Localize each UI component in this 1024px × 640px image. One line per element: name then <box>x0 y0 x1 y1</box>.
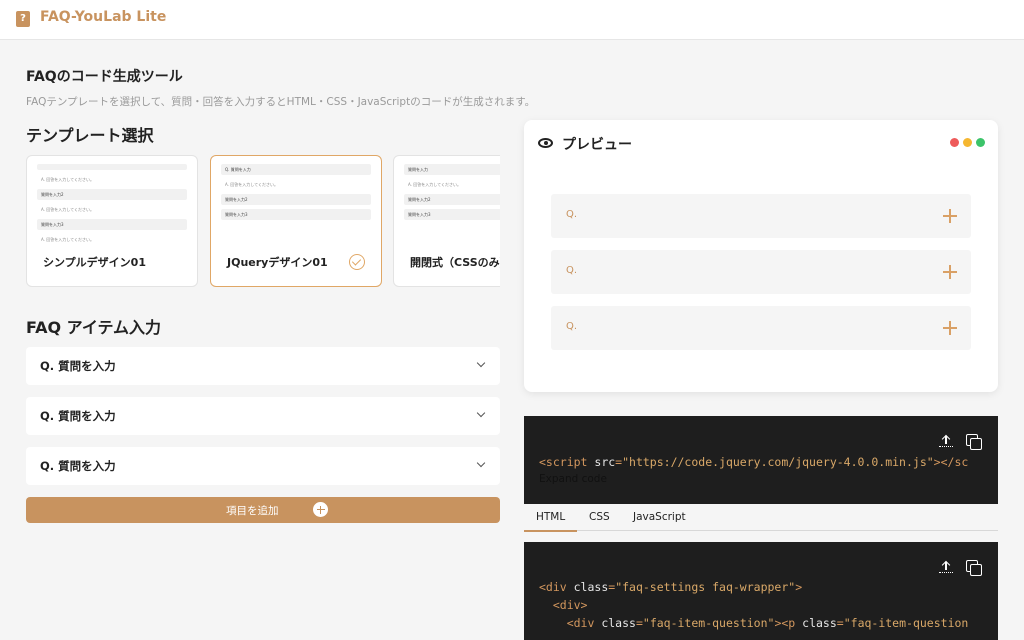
preview-title: プレビュー <box>562 137 632 153</box>
tab-html[interactable]: HTML <box>523 511 578 532</box>
script-code-block: <script src="https://code.jquery.com/jqu… <box>524 416 998 504</box>
tab-css[interactable]: CSS <box>589 511 610 523</box>
template-label: 開閉式（CSSのみ） <box>410 256 500 269</box>
eye-icon <box>538 138 553 148</box>
template-card-simple[interactable]: A. 回答を入力してください。 質問を入力2 A. 回答を入力してください。 質… <box>26 155 198 287</box>
plus-icon <box>943 321 957 335</box>
code-line: <div class="faq-item-question"><p class=… <box>566 616 969 630</box>
template-card-jquery[interactable]: Q. 質問を入力 A. 回答を入力してください。 質問を入力2 質問を入力3 J… <box>210 155 382 287</box>
chevron-down-icon <box>476 458 486 468</box>
faq-item-label: Q. 質問を入力 <box>40 409 116 423</box>
template-thumbnail: Q. 質問を入力 A. 回答を入力してください。 質問を入力2 質問を入力3 <box>221 164 371 240</box>
preview-faq-item[interactable]: Q. <box>551 250 971 294</box>
preview-faq-item[interactable]: Q. <box>551 306 971 350</box>
faq-item-accordion[interactable]: Q. 質問を入力 <box>26 447 500 485</box>
page-title: FAQのコード生成ツール <box>26 69 183 85</box>
preview-question: Q. <box>566 265 578 276</box>
export-icon[interactable] <box>939 434 953 448</box>
question-book-icon: ? <box>16 11 30 27</box>
expand-code-link[interactable]: Expand code <box>539 473 607 485</box>
template-thumbnail: 質問を入力 A. 回答を入力してください。 質問を入力2 質問を入力3 <box>404 164 500 240</box>
code-line: <div class="faq-settings faq-wrapper"> <box>539 580 803 594</box>
template-thumbnail: A. 回答を入力してください。 質問を入力2 A. 回答を入力してください。 質… <box>37 164 187 242</box>
code-line: <div> <box>552 598 588 612</box>
faq-item-label: Q. 質問を入力 <box>40 359 116 373</box>
faq-input-heading: FAQ アイテム入力 <box>26 318 162 337</box>
check-circle-icon <box>349 254 365 270</box>
export-icon[interactable] <box>939 560 953 574</box>
window-dot-red <box>950 138 959 147</box>
copy-icon[interactable] <box>966 434 982 450</box>
add-item-button[interactable]: 項目を追加 <box>26 497 500 523</box>
page-description: FAQテンプレートを選択して、質問・回答を入力するとHTML・CSS・JavaS… <box>26 96 536 108</box>
template-card-css-toggle[interactable]: 質問を入力 A. 回答を入力してください。 質問を入力2 質問を入力3 開閉式（… <box>393 155 500 287</box>
chevron-down-icon <box>476 358 486 368</box>
add-item-label: 項目を追加 <box>226 505 279 517</box>
code-tabs: HTML CSS JavaScript <box>523 504 998 532</box>
template-heading: テンプレート選択 <box>26 126 154 145</box>
tab-javascript[interactable]: JavaScript <box>633 511 686 523</box>
template-label: JQueryデザイン01 <box>227 256 328 269</box>
script-code-line: <script src="https://code.jquery.com/jqu… <box>539 455 969 469</box>
faq-item-accordion[interactable]: Q. 質問を入力 <box>26 397 500 435</box>
top-bar: ? FAQ-YouLab Lite <box>0 0 1024 40</box>
template-label: シンプルデザイン01 <box>43 256 146 269</box>
plus-icon <box>943 265 957 279</box>
template-carousel[interactable]: A. 回答を入力してください。 質問を入力2 A. 回答を入力してください。 質… <box>26 154 500 288</box>
preview-faq-item[interactable]: Q. <box>551 194 971 238</box>
app-title[interactable]: FAQ-YouLab Lite <box>40 9 166 25</box>
window-dot-green <box>976 138 985 147</box>
preview-question: Q. <box>566 209 578 220</box>
copy-icon[interactable] <box>966 560 982 576</box>
chevron-down-icon <box>476 408 486 418</box>
preview-question: Q. <box>566 321 578 332</box>
window-dot-yellow <box>963 138 972 147</box>
preview-panel: プレビュー Q. Q. Q. <box>524 120 998 392</box>
plus-circle-icon <box>313 502 328 517</box>
faq-item-accordion[interactable]: Q. 質問を入力 <box>26 347 500 385</box>
generated-code-block: <div class="faq-settings faq-wrapper"> <… <box>524 542 998 640</box>
faq-item-label: Q. 質問を入力 <box>40 459 116 473</box>
plus-icon <box>943 209 957 223</box>
